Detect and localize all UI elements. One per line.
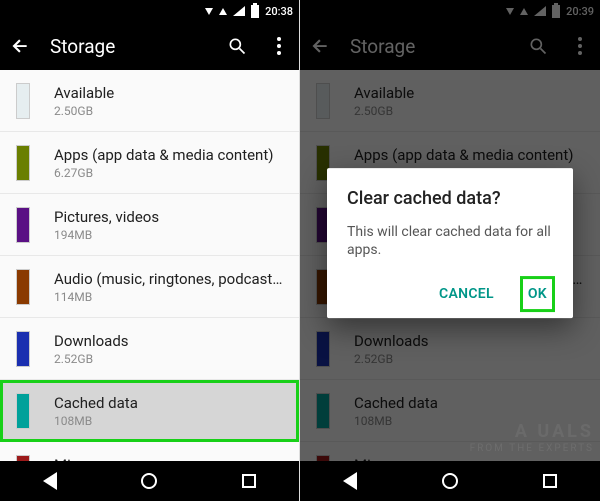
category-color-swatch [16,269,30,305]
nav-recent-button[interactable] [236,468,262,494]
net-up-icon [219,8,227,15]
row-name: Audio (music, ringtones, podcasts, et.. [54,270,283,288]
dialog-actions: CANCEL OK [347,278,553,310]
row-text: Apps (app data & media content) 6.27GB [54,146,283,180]
phone-right: 20:39 Storage Available2.50GBApps (app d… [300,0,600,501]
cancel-button[interactable]: CANCEL [433,278,500,310]
net-down-icon [205,8,213,15]
signal-icon [233,6,245,16]
category-color-swatch [16,331,30,367]
storage-row[interactable]: Apps (app data & media content) 6.27GB [0,132,299,194]
nav-home-button[interactable] [437,468,463,494]
nav-bar [0,461,299,501]
dialog-title: Clear cached data? [347,188,553,209]
nav-back-icon [343,472,357,490]
storage-row[interactable]: Downloads 2.52GB [0,318,299,380]
app-bar: Storage [0,22,299,70]
nav-home-icon [141,473,157,489]
row-name: Available [54,84,283,102]
battery-icon [251,5,259,18]
nav-bar [300,461,600,501]
storage-row[interactable]: Available 2.50GB [0,70,299,132]
nav-back-button[interactable] [337,468,363,494]
storage-row[interactable]: Audio (music, ringtones, podcasts, et.. 1… [0,256,299,318]
nav-recent-icon [242,474,256,488]
nav-recent-button[interactable] [537,468,563,494]
storage-list[interactable]: Available 2.50GB Apps (app data & media co… [0,70,299,501]
kebab-icon [277,37,281,55]
storage-row[interactable]: Cached data 108MB [0,380,299,442]
row-text: Audio (music, ringtones, podcasts, et.. 1… [54,270,283,304]
row-text: Pictures, videos 194MB [54,208,283,242]
row-text: Available 2.50GB [54,84,283,118]
search-button[interactable] [225,34,249,58]
ok-button[interactable]: OK [522,278,553,310]
clear-cache-dialog: Clear cached data? This will clear cache… [327,168,573,319]
status-time: 20:38 [265,5,293,18]
nav-recent-icon [543,474,557,488]
category-color-swatch [16,145,30,181]
row-name: Pictures, videos [54,208,283,226]
row-name: Cached data [54,394,283,412]
screenshot-pair: 20:38 Storage Available 2.50GB Apps (app d… [0,0,600,501]
dialog-message: This will clear cached data for all apps… [347,223,553,261]
row-size: 108MB [54,414,283,428]
nav-back-icon [43,472,57,490]
back-button[interactable] [8,34,32,58]
row-size: 2.52GB [54,352,283,366]
nav-home-icon [442,473,458,489]
row-text: Downloads 2.52GB [54,332,283,366]
nav-back-button[interactable] [37,468,63,494]
row-name: Apps (app data & media content) [54,146,283,164]
storage-row[interactable]: Pictures, videos 194MB [0,194,299,256]
row-size: 6.27GB [54,166,283,180]
nav-home-button[interactable] [136,468,162,494]
overflow-button[interactable] [267,34,291,58]
category-color-swatch [16,393,30,429]
arrow-left-icon [10,36,30,56]
row-text: Cached data 108MB [54,394,283,428]
row-size: 114MB [54,290,283,304]
category-color-swatch [16,207,30,243]
row-size: 194MB [54,228,283,242]
row-name: Downloads [54,332,283,350]
status-bar: 20:38 [0,0,299,22]
category-color-swatch [16,83,30,119]
search-icon [227,36,247,56]
phone-left: 20:38 Storage Available 2.50GB Apps (app d… [0,0,300,501]
row-size: 2.50GB [54,104,283,118]
page-title: Storage [50,35,207,58]
